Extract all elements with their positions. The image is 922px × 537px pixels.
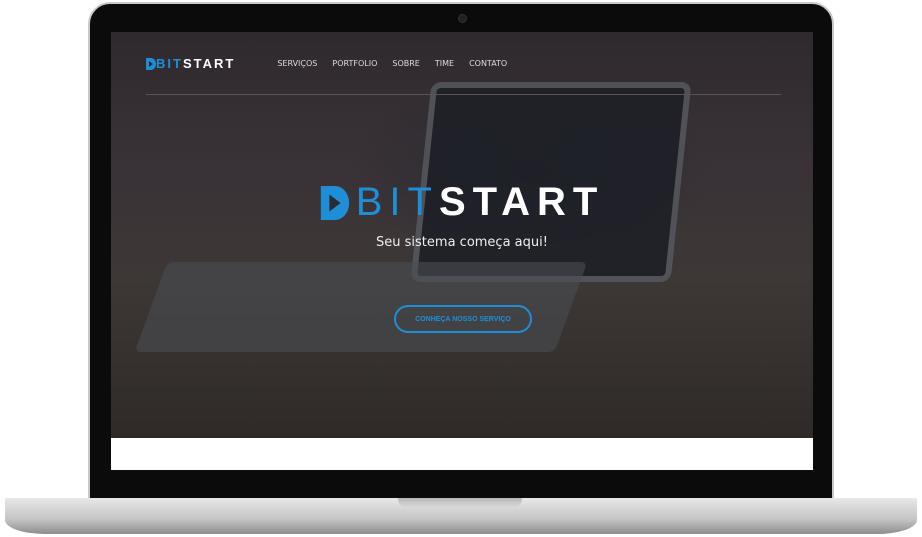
hero-logo: BIT START — [111, 180, 813, 225]
nav-portfolio[interactable]: PORTFOLIO — [332, 59, 377, 68]
nav-servicos[interactable]: SERVIÇOS — [277, 59, 317, 68]
hero-logo-start: START — [438, 180, 605, 224]
camera-icon — [458, 14, 467, 23]
nav-sobre[interactable]: SOBRE — [392, 59, 419, 68]
hero-tagline: Seu sistema começa aqui! — [376, 235, 548, 250]
nav-contato[interactable]: CONTATO — [469, 59, 507, 68]
laptop-notch — [398, 498, 522, 507]
logo-play-icon — [146, 57, 156, 70]
nav-menu: SERVIÇOS PORTFOLIO SOBRE TIME CONTATO — [277, 59, 507, 68]
logo-bit: BIT — [156, 56, 183, 71]
navbar: BIT START SERVIÇOS PORTFOLIO SOBRE TIME C… — [146, 56, 507, 71]
hero-logo-bit: BIT — [355, 180, 439, 224]
cta-button[interactable]: CONHEÇA NOSSO SERVIÇO — [394, 305, 532, 333]
nav-divider — [146, 94, 781, 95]
hero-section: BIT START SERVIÇOS PORTFOLIO SOBRE TIME C… — [111, 32, 813, 438]
nav-time[interactable]: TIME — [435, 59, 454, 68]
nav-logo[interactable]: BIT START — [146, 56, 235, 71]
hero-logo-play-icon — [320, 185, 349, 220]
laptop-screen: BIT START SERVIÇOS PORTFOLIO SOBRE TIME C… — [111, 32, 813, 470]
logo-start: START — [182, 56, 236, 71]
